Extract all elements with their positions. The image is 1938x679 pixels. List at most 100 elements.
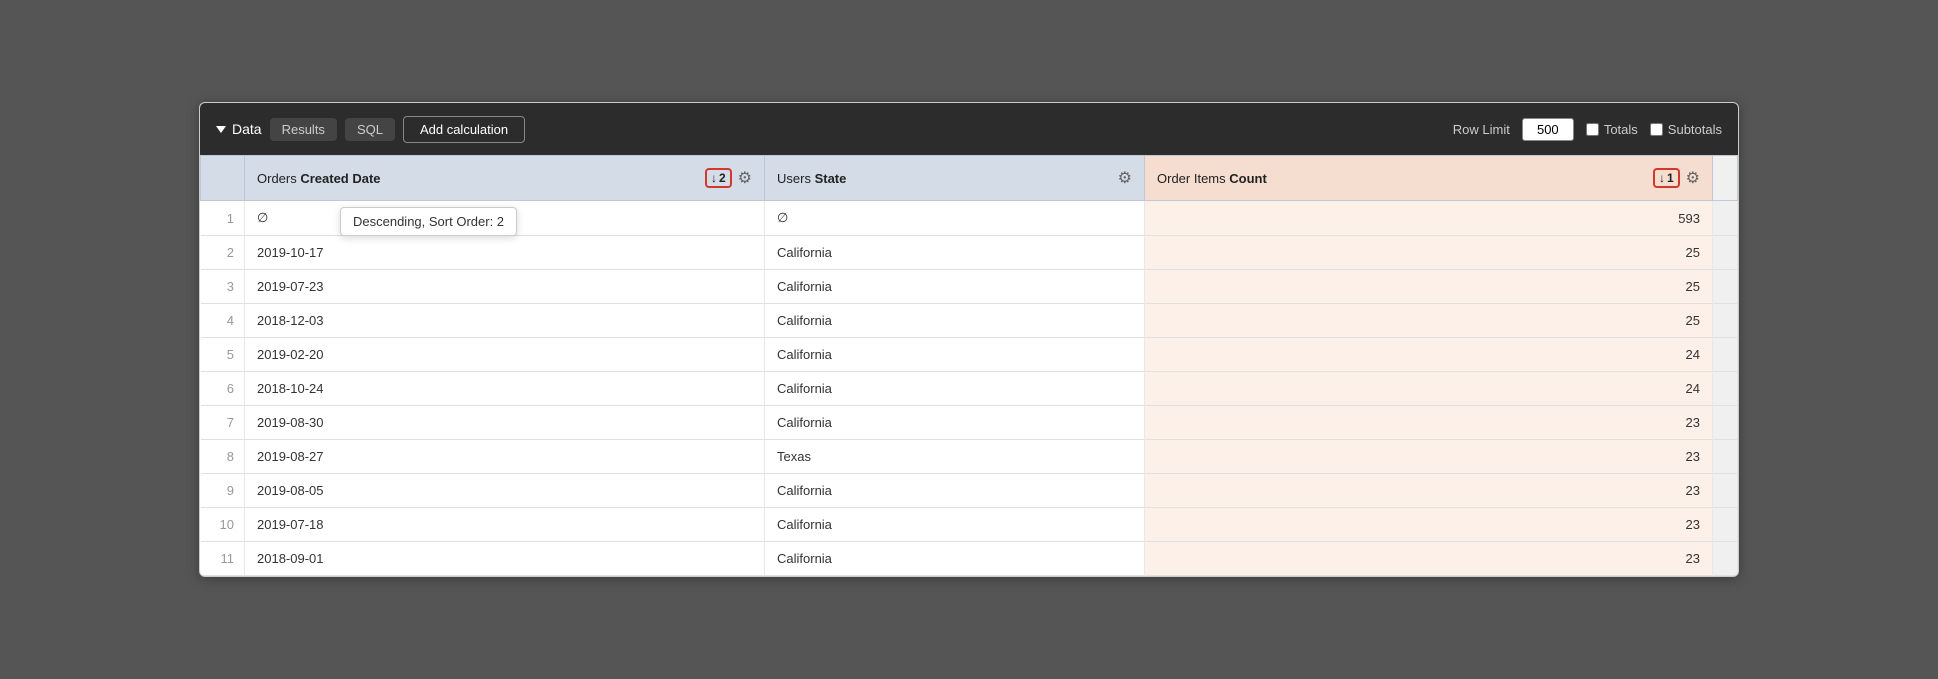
row-num-header (201, 156, 245, 201)
created-date-cell: 2019-08-30 (245, 406, 765, 440)
users-state-cell: California (765, 304, 1145, 338)
users-state-header[interactable]: Users State ⚙ (765, 156, 1145, 201)
table-body: 1 ∅ ∅ 593 2 2019-10-17 California 25 3 2… (201, 201, 1738, 576)
row-limit-input[interactable] (1522, 118, 1574, 141)
sort-down-icon-2: ↓ (1659, 171, 1665, 185)
table-row: 2 2019-10-17 California 25 (201, 236, 1738, 270)
users-state-cell: Texas (765, 440, 1145, 474)
row-num-cell: 3 (201, 270, 245, 304)
created-date-cell: 2019-07-18 (245, 508, 765, 542)
tab-sql[interactable]: SQL (345, 118, 395, 141)
users-state-cell: ∅ (765, 201, 1145, 236)
order-items-gear-icon[interactable]: ⚙ (1686, 168, 1700, 188)
created-date-cell: 2018-10-24 (245, 372, 765, 406)
table-row: 7 2019-08-30 California 23 (201, 406, 1738, 440)
row-num-cell: 7 (201, 406, 245, 440)
table-header-row: Orders Created Date ↓ 2 ⚙ (201, 156, 1738, 201)
scrollbar-cell (1713, 406, 1738, 440)
row-num-cell: 5 (201, 338, 245, 372)
order-items-count-actions: ↓ 1 ⚙ (1653, 168, 1700, 188)
users-state-cell: California (765, 236, 1145, 270)
created-date-cell: 2018-12-03 (245, 304, 765, 338)
row-num-cell: 6 (201, 372, 245, 406)
created-date-cell: 2019-08-27 (245, 440, 765, 474)
subtotals-checkbox-label[interactable]: Subtotals (1650, 122, 1722, 137)
table-row: 8 2019-08-27 Texas 23 (201, 440, 1738, 474)
users-state-cell: California (765, 372, 1145, 406)
users-state-cell: California (765, 406, 1145, 440)
totals-checkbox[interactable] (1586, 123, 1599, 136)
table-row: 11 2018-09-01 California 23 (201, 542, 1738, 576)
scrollbar-cell (1713, 474, 1738, 508)
order-items-count-cell: 23 (1145, 440, 1713, 474)
created-date-title: Orders Created Date (257, 171, 381, 186)
scrollbar-cell (1713, 508, 1738, 542)
row-num-cell: 8 (201, 440, 245, 474)
order-items-count-cell: 24 (1145, 338, 1713, 372)
row-num-cell: 11 (201, 542, 245, 576)
sort-order-1: 1 (1667, 171, 1674, 185)
toolbar-left: Data Results SQL Add calculation (216, 116, 1445, 143)
table-area: Descending, Sort Order: 2 Orders Created… (200, 155, 1738, 576)
scrollbar-header (1713, 156, 1738, 201)
order-items-count-cell: 25 (1145, 304, 1713, 338)
sort-order-2: 2 (719, 171, 726, 185)
row-num-cell: 9 (201, 474, 245, 508)
subtotals-checkbox[interactable] (1650, 123, 1663, 136)
triangle-icon (216, 126, 226, 133)
order-items-count-cell: 23 (1145, 508, 1713, 542)
row-num-cell: 1 (201, 201, 245, 236)
order-items-sort-badge[interactable]: ↓ 1 (1653, 168, 1680, 188)
table-row: 4 2018-12-03 California 25 (201, 304, 1738, 338)
scrollbar-cell (1713, 372, 1738, 406)
order-items-count-cell: 593 (1145, 201, 1713, 236)
created-date-cell: 2019-08-05 (245, 474, 765, 508)
scrollbar-cell (1713, 338, 1738, 372)
order-items-count-header[interactable]: Order Items Count ↓ 1 ⚙ (1145, 156, 1713, 201)
add-calculation-button[interactable]: Add calculation (403, 116, 525, 143)
scrollbar-cell (1713, 270, 1738, 304)
table-row: 10 2019-07-18 California 23 (201, 508, 1738, 542)
row-num-cell: 10 (201, 508, 245, 542)
row-limit-label: Row Limit (1453, 122, 1510, 137)
users-state-cell: California (765, 508, 1145, 542)
created-date-cell: 2019-02-20 (245, 338, 765, 372)
order-items-count-cell: 23 (1145, 406, 1713, 440)
order-items-count-cell: 25 (1145, 236, 1713, 270)
order-items-count-title: Order Items Count (1157, 171, 1267, 186)
scrollbar-cell (1713, 236, 1738, 270)
created-date-cell: ∅ (245, 201, 765, 236)
created-date-gear-icon[interactable]: ⚙ (738, 168, 752, 188)
scrollbar-cell (1713, 542, 1738, 576)
data-label: Data (232, 121, 262, 137)
users-state-title: Users State (777, 171, 846, 186)
created-date-cell: 2018-09-01 (245, 542, 765, 576)
users-state-actions: ⚙ (1118, 168, 1132, 188)
row-num-cell: 4 (201, 304, 245, 338)
tab-results[interactable]: Results (270, 118, 337, 141)
users-state-cell: California (765, 270, 1145, 304)
created-date-cell: 2019-07-23 (245, 270, 765, 304)
users-state-gear-icon[interactable]: ⚙ (1118, 168, 1132, 188)
totals-label: Totals (1604, 122, 1638, 137)
table-row: 9 2019-08-05 California 23 (201, 474, 1738, 508)
data-toggle[interactable]: Data (216, 121, 262, 137)
scrollbar-cell (1713, 440, 1738, 474)
table-row: 3 2019-07-23 California 25 (201, 270, 1738, 304)
order-items-count-cell: 25 (1145, 270, 1713, 304)
totals-checkbox-label[interactable]: Totals (1586, 122, 1638, 137)
created-date-sort-badge[interactable]: ↓ 2 (705, 168, 732, 188)
toolbar: Data Results SQL Add calculation Row Lim… (200, 103, 1738, 155)
row-num-cell: 2 (201, 236, 245, 270)
created-date-actions: ↓ 2 ⚙ (705, 168, 752, 188)
users-state-cell: California (765, 542, 1145, 576)
main-container: Data Results SQL Add calculation Row Lim… (199, 102, 1739, 577)
order-items-count-cell: 23 (1145, 474, 1713, 508)
sort-down-icon: ↓ (711, 171, 717, 185)
created-date-cell: 2019-10-17 (245, 236, 765, 270)
subtotals-label: Subtotals (1668, 122, 1722, 137)
created-date-header[interactable]: Orders Created Date ↓ 2 ⚙ (245, 156, 765, 201)
data-table: Orders Created Date ↓ 2 ⚙ (200, 155, 1738, 576)
table-row: 1 ∅ ∅ 593 (201, 201, 1738, 236)
scrollbar-cell (1713, 304, 1738, 338)
